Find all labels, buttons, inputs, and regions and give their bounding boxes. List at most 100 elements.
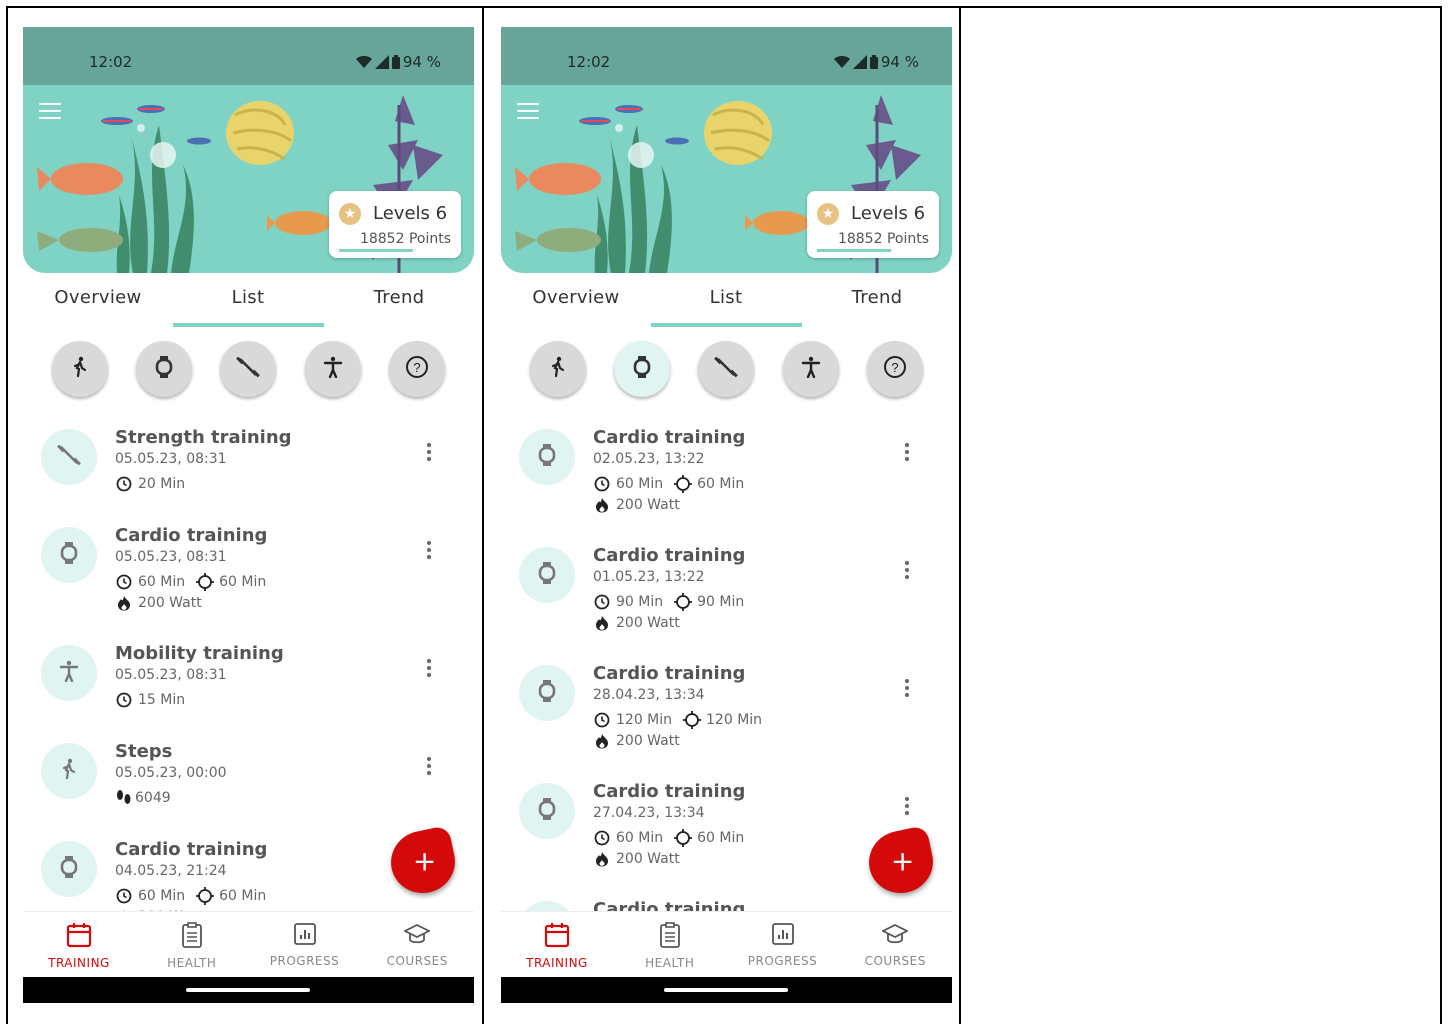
hero-header: ★ Levels 6 18852 Points [501, 85, 952, 273]
list-item[interactable]: Strength training 05.05.23, 08:31 20 Min [23, 423, 474, 533]
filter-watch-button[interactable] [614, 341, 670, 397]
clock-icon [593, 711, 611, 729]
list-item[interactable]: Mobility training 05.05.23, 08:31 15 Min [23, 639, 474, 749]
item-date: 05.05.23, 08:31 [115, 549, 227, 565]
item-title: Strength training [115, 427, 292, 448]
hamburger-menu-icon[interactable] [39, 103, 61, 119]
nav-training[interactable]: TRAINING [23, 922, 135, 970]
hamburger-menu-icon[interactable] [517, 103, 539, 119]
help-icon: ? [405, 355, 429, 383]
stretch-icon [800, 356, 822, 382]
filter-dumbbell-button[interactable] [698, 341, 754, 397]
tab-overview[interactable]: Overview [23, 287, 173, 308]
plus-icon: + [890, 844, 915, 878]
nav-progress[interactable]: PROGRESS [249, 922, 361, 968]
clock-icon [115, 475, 133, 493]
battery-level: 94 % [402, 53, 441, 71]
tab-trend[interactable]: Trend [802, 287, 952, 308]
more-options-icon[interactable] [901, 797, 913, 819]
hero-header: ★ Levels 6 18852 Points [23, 85, 474, 273]
item-title: Cardio training [593, 781, 746, 802]
clock-icon [593, 829, 611, 847]
item-duration: 60 Min [138, 888, 186, 904]
filter-help-button[interactable]: ? [867, 341, 923, 397]
nav-label: COURSES [864, 954, 926, 968]
more-options-icon[interactable] [901, 443, 913, 465]
nav-health[interactable]: HEALTH [614, 922, 726, 970]
item-duration: 90 Min [616, 594, 664, 610]
clock-icon [115, 573, 133, 591]
item-date: 05.05.23, 08:31 [115, 667, 227, 683]
item-title: Cardio training [593, 899, 746, 911]
item-watt: 200 Watt [616, 733, 680, 749]
svg-text:?: ? [891, 360, 898, 375]
tab-trend[interactable]: Trend [324, 287, 474, 308]
filter-dumbbell-button[interactable] [220, 341, 276, 397]
item-watt: 200 Watt [616, 615, 680, 631]
more-options-icon[interactable] [423, 757, 435, 779]
wifi-icon [355, 56, 372, 68]
list-item[interactable]: Cardio training [501, 895, 952, 911]
tab-indicator [651, 323, 802, 327]
phone-screen: 12:02 94 % ★ Levels 6 18852 Points Overv… [23, 27, 474, 1003]
flame-icon [593, 732, 611, 750]
more-options-icon[interactable] [423, 659, 435, 681]
target-icon [674, 475, 693, 493]
target-icon [674, 829, 693, 847]
watch-icon [537, 443, 557, 471]
list-item[interactable]: Cardio training 28.04.23, 13:34 120 Min … [501, 659, 952, 769]
levels-card[interactable]: ★ Levels 6 18852 Points [807, 191, 939, 258]
graduation-cap-icon [403, 923, 432, 950]
calendar-icon [66, 923, 92, 952]
item-metrics: 60 Min 60 Min [593, 475, 744, 493]
more-options-icon[interactable] [901, 679, 913, 701]
list-item[interactable]: Steps 05.05.23, 00:00 6049 [23, 737, 474, 847]
item-title: Cardio training [593, 663, 746, 684]
item-watt: 200 Watt [616, 851, 680, 867]
filter-stretch-button[interactable] [783, 341, 839, 397]
panel-divider [959, 6, 961, 1024]
filter-stretch-button[interactable] [305, 341, 361, 397]
item-title: Mobility training [115, 643, 284, 664]
bottom-navigation: TRAINING HEALTH PROGRESS COURSES [501, 911, 952, 978]
clipboard-icon [181, 922, 203, 952]
filter-bar: ? [23, 341, 474, 401]
nav-progress[interactable]: PROGRESS [727, 922, 839, 968]
nav-label: COURSES [386, 954, 448, 968]
tab-list[interactable]: List [651, 287, 801, 308]
more-options-icon[interactable] [901, 561, 913, 583]
nav-health[interactable]: HEALTH [136, 922, 248, 970]
levels-card[interactable]: ★ Levels 6 18852 Points [329, 191, 461, 258]
nav-training[interactable]: TRAINING [501, 922, 613, 970]
watch-icon [537, 679, 557, 707]
list-item[interactable]: Cardio training 02.05.23, 13:22 60 Min 6… [501, 423, 952, 533]
gesture-bar [501, 977, 952, 1003]
points-progress-bar [339, 249, 413, 252]
item-date: 04.05.23, 21:24 [115, 863, 227, 879]
bottom-navigation: TRAINING HEALTH PROGRESS COURSES [23, 911, 474, 978]
points-label: 18852 Points [359, 231, 451, 247]
more-options-icon[interactable] [423, 541, 435, 563]
nav-courses[interactable]: COURSES [361, 922, 473, 968]
stretch-icon [58, 660, 80, 686]
tab-list[interactable]: List [173, 287, 323, 308]
list-item[interactable]: Cardio training 05.05.23, 08:31 60 Min 6… [23, 521, 474, 631]
home-indicator [664, 988, 788, 992]
filter-watch-button[interactable] [136, 341, 192, 397]
filter-walk-button[interactable] [530, 341, 586, 397]
filter-help-button[interactable]: ? [389, 341, 445, 397]
list-item[interactable]: Cardio training 01.05.23, 13:22 90 Min 9… [501, 541, 952, 651]
nav-courses[interactable]: COURSES [839, 922, 951, 968]
flame-icon [593, 614, 611, 632]
item-duration: 60 Min [616, 476, 664, 492]
item-watt: 200 Watt [138, 595, 202, 611]
item-power: 200 Watt [115, 594, 202, 612]
watch-icon [59, 855, 79, 883]
more-options-icon[interactable] [423, 443, 435, 465]
filter-walk-button[interactable] [52, 341, 108, 397]
home-indicator [186, 988, 310, 992]
item-date: 02.05.23, 13:22 [593, 451, 705, 467]
status-time: 12:02 [89, 53, 133, 71]
tab-overview[interactable]: Overview [501, 287, 651, 308]
item-title: Cardio training [593, 545, 746, 566]
